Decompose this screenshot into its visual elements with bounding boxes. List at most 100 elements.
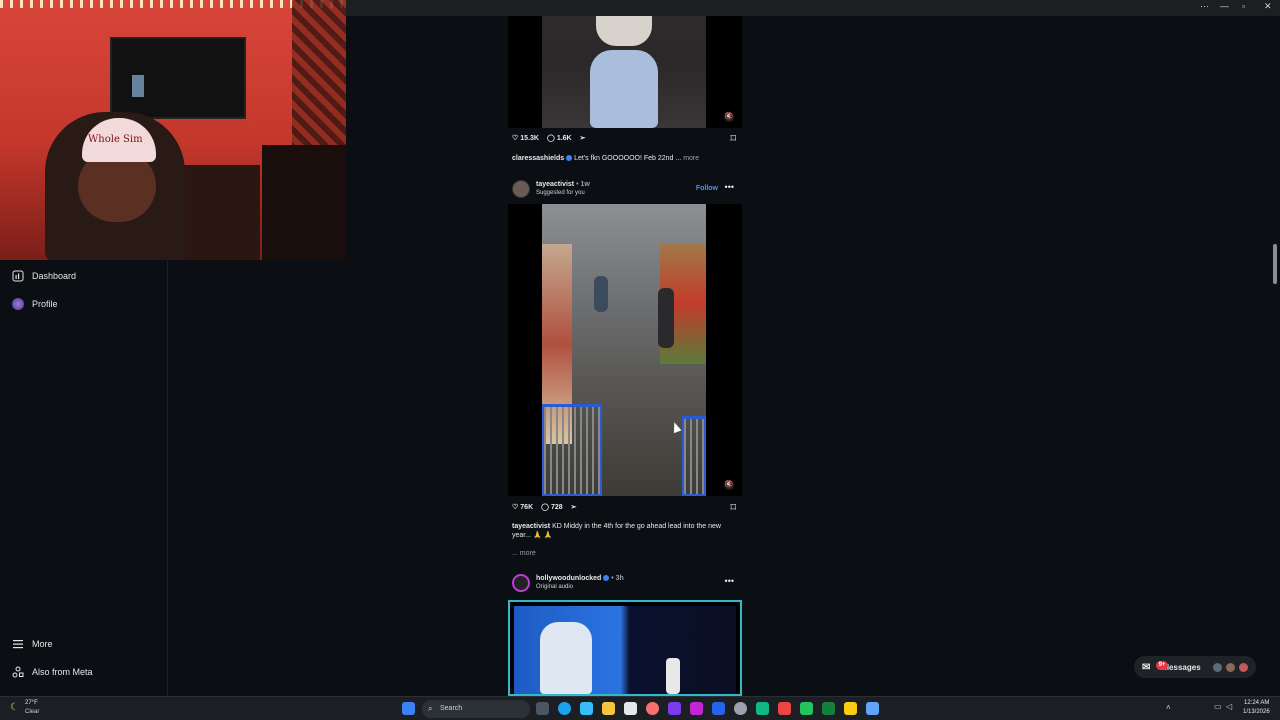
mute-icon[interactable]: 🔇 xyxy=(724,112,734,122)
caption-username[interactable]: claressashields xyxy=(512,155,564,162)
meta-apps-icon xyxy=(12,666,24,678)
sidebar-item-dashboard[interactable]: Dashboard xyxy=(12,270,76,282)
bookmark-icon[interactable]: ⌑ xyxy=(730,132,736,145)
caption-text: Let's fkn GOOOOOO! Feb 22nd ... xyxy=(574,155,682,162)
more-options-icon[interactable]: ••• xyxy=(725,182,734,192)
taskbar-search[interactable]: ⌕ Search xyxy=(422,700,530,718)
weather-desc: Clear xyxy=(25,709,40,715)
chrome-icon[interactable] xyxy=(646,702,659,715)
instagram-icon[interactable] xyxy=(690,702,703,715)
chevron-up-icon[interactable]: ˄ xyxy=(1166,703,1171,712)
sidebar-item-label: Dashboard xyxy=(32,271,77,281)
maximize-icon[interactable]: ▫ xyxy=(1242,1,1245,11)
post-video xyxy=(514,606,736,694)
sidebar-item-also-from-meta[interactable]: Also from Meta xyxy=(12,666,93,678)
send-icon: ➢ xyxy=(570,504,577,511)
moon-icon: ☾ xyxy=(10,702,19,713)
app-icon[interactable] xyxy=(580,702,593,715)
post-media[interactable]: 🔇 xyxy=(508,16,742,128)
post-video xyxy=(542,16,706,128)
heart-icon: ♡ xyxy=(512,504,519,511)
search-icon: ⌕ xyxy=(428,704,433,713)
windows-start-icon[interactable] xyxy=(402,702,415,715)
sidebar-item-label: More xyxy=(32,639,53,649)
caption-username[interactable]: tayeactivist xyxy=(512,523,550,530)
avatar xyxy=(1212,662,1222,672)
dashboard-icon xyxy=(12,270,24,282)
sidebar: Dashboard Profile More Also from Meta xyxy=(0,260,168,696)
app-icon[interactable] xyxy=(756,702,769,715)
share-button[interactable]: ➢ xyxy=(571,503,577,511)
more-options-icon[interactable]: ••• xyxy=(725,576,734,586)
network-icon[interactable]: ▭ xyxy=(1214,702,1222,711)
post-actions: ♡ 76K ◯ 728 ➢ xyxy=(512,503,581,512)
like-count: 15.3K xyxy=(520,134,539,142)
app-icon[interactable] xyxy=(800,702,813,715)
avatar[interactable] xyxy=(512,180,530,198)
avatar xyxy=(1238,662,1248,672)
post-media[interactable] xyxy=(508,600,742,696)
edge-icon[interactable] xyxy=(558,702,571,715)
like-button[interactable]: ♡ 15.3K xyxy=(512,134,539,143)
messages-button[interactable]: ✉ 9+ Messages xyxy=(1134,656,1256,678)
background-furniture xyxy=(262,145,346,260)
sidebar-item-more[interactable]: More xyxy=(12,638,53,650)
avatar[interactable] xyxy=(512,574,530,592)
wall-tv xyxy=(110,37,246,119)
shopping-cart xyxy=(682,416,706,496)
hamburger-menu-icon xyxy=(13,640,23,649)
follow-button[interactable]: Follow xyxy=(696,185,718,192)
post-media[interactable]: 🔇 xyxy=(508,204,742,496)
bookmark-icon[interactable]: ⌑ xyxy=(730,501,736,514)
post-video xyxy=(542,204,706,496)
window-menu-icon[interactable]: ⋯ xyxy=(1200,1,1209,12)
file-explorer-icon[interactable] xyxy=(602,702,615,715)
video-subject xyxy=(666,658,680,694)
post-actions: ♡ 15.3K ◯ 1.6K ➢ xyxy=(512,134,589,143)
shopping-cart xyxy=(542,404,602,496)
tiktok-icon[interactable] xyxy=(778,702,791,715)
sidebar-item-profile[interactable]: Profile xyxy=(12,298,58,310)
comment-button[interactable]: ◯ 728 xyxy=(541,503,563,512)
messenger-icon: ✉ 9+ xyxy=(1142,660,1168,673)
caption-more-link[interactable]: more xyxy=(683,155,699,162)
excel-icon[interactable] xyxy=(822,702,835,715)
heart-icon: ♡ xyxy=(512,135,519,142)
minimize-icon[interactable]: — xyxy=(1220,1,1229,11)
caption-more-link[interactable]: ... more xyxy=(512,549,738,558)
page-scrollbar[interactable] xyxy=(1270,16,1280,696)
volume-icon[interactable]: ◁ xyxy=(1226,702,1232,711)
video-subject-legs xyxy=(590,50,658,128)
task-view-icon[interactable] xyxy=(536,702,549,715)
clock-time[interactable]: 12:24 AM xyxy=(1244,700,1269,706)
sidebar-item-label: Profile xyxy=(32,299,58,309)
weather-temp: 27°F xyxy=(25,700,38,706)
audio-label[interactable]: Original audio xyxy=(536,584,573,590)
post-username[interactable]: tayeactivist • 1w xyxy=(536,181,590,188)
post-header: tayeactivist • 1w Suggested for you Foll… xyxy=(512,180,738,200)
store-icon[interactable] xyxy=(624,702,637,715)
comment-icon: ◯ xyxy=(546,135,555,142)
suggested-label: Suggested for you xyxy=(536,190,585,196)
sidebar-item-label: Also from Meta xyxy=(32,667,93,677)
discord-icon[interactable] xyxy=(668,702,681,715)
share-button[interactable]: ➢ xyxy=(580,134,586,142)
comment-count: 1.6K xyxy=(556,134,572,142)
app-icon[interactable] xyxy=(866,702,879,715)
sticky-notes-icon[interactable] xyxy=(844,702,857,715)
comment-icon: ◯ xyxy=(541,504,549,511)
comment-button[interactable]: ◯ 1.6K xyxy=(546,134,572,143)
post-username[interactable]: hollywoodunlocked • 3h xyxy=(536,575,624,582)
close-icon[interactable]: ✕ xyxy=(1264,1,1272,12)
video-subject-top xyxy=(596,16,652,46)
like-button[interactable]: ♡ 76K xyxy=(512,503,533,512)
post-caption: claressashields Let's fkn GOOOOOO! Feb 2… xyxy=(512,154,738,163)
settings-icon[interactable] xyxy=(734,702,747,715)
mute-icon[interactable]: 🔇 xyxy=(724,480,734,490)
video-subject xyxy=(540,622,592,694)
app-icon[interactable] xyxy=(712,702,725,715)
scrollbar-thumb[interactable] xyxy=(1273,244,1277,284)
clock-date[interactable]: 1/13/2026 xyxy=(1243,709,1270,715)
comment-count: 728 xyxy=(550,503,563,511)
messages-badge: 9+ xyxy=(1156,660,1168,670)
